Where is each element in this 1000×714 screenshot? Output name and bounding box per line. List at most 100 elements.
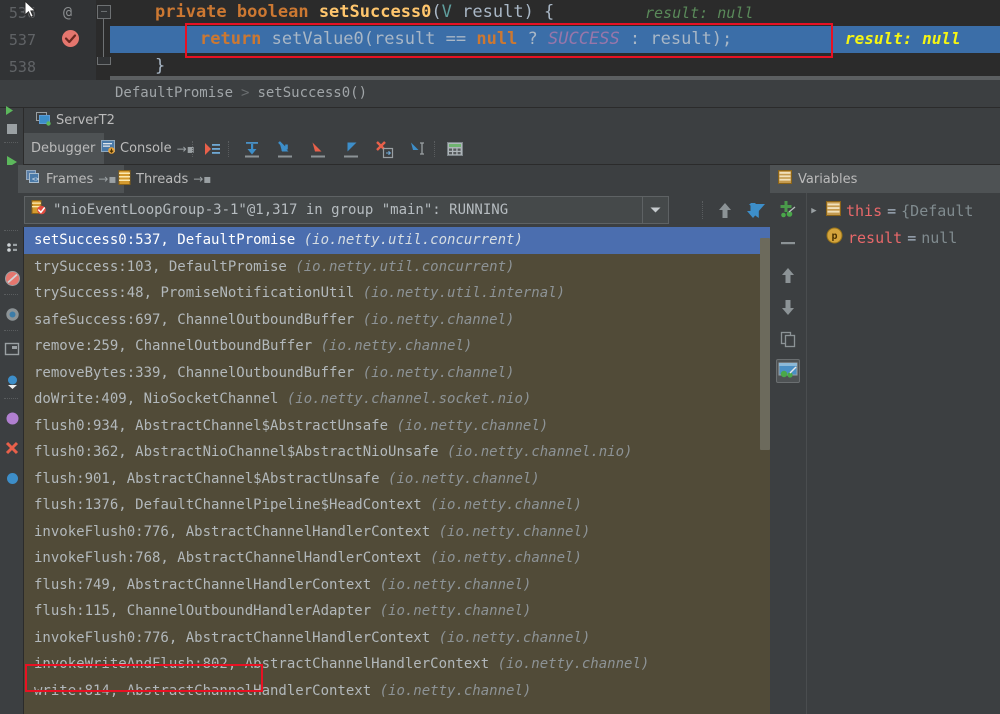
frame-method: trySuccess:103, xyxy=(34,259,169,275)
code-line-538: } xyxy=(155,56,165,76)
frame-row[interactable]: setSuccess0:537, DefaultPromise (io.nett… xyxy=(24,227,770,254)
frame-class: ChannelOutboundBuffer xyxy=(177,312,362,328)
force-step-into-icon[interactable] xyxy=(306,137,330,161)
move-down-icon[interactable] xyxy=(776,295,800,319)
frame-row[interactable]: invokeWriteAndFlush:802, AbstractChannel… xyxy=(24,651,770,678)
pin-icon[interactable]: →▪ xyxy=(193,172,211,186)
mute-breakpoints-icon[interactable] xyxy=(2,268,22,288)
tab-frames[interactable]: <> Frames →▪ xyxy=(18,165,124,193)
param-result: result xyxy=(452,2,524,22)
frames-scrollbar-thumb[interactable] xyxy=(760,238,770,450)
move-up-icon[interactable] xyxy=(712,198,738,222)
frame-method: doWrite:409, xyxy=(34,391,144,407)
frame-method: flush0:362, xyxy=(34,444,135,460)
tab-debugger-label: Debugger xyxy=(31,141,95,156)
close-icon[interactable] xyxy=(2,438,22,458)
frame-package: (io.netty.channel) xyxy=(439,630,591,646)
layout-icon[interactable] xyxy=(2,339,22,359)
run-configuration-tab[interactable]: ServerT2 xyxy=(36,110,115,131)
keyword-boolean: boolean xyxy=(237,2,309,22)
frames-list[interactable]: setSuccess0:537, DefaultPromise (io.nett… xyxy=(24,227,770,714)
tab-threads-label: Threads xyxy=(136,172,188,187)
thread-suspended-icon xyxy=(31,200,47,220)
variables-tree[interactable]: ▶ this = {Default p result = xyxy=(807,193,1000,714)
settings-icon[interactable] xyxy=(2,304,22,324)
method-name-setsuccess0: setSuccess0 xyxy=(319,2,432,22)
frame-row[interactable]: doWrite:409, NioSocketChannel (io.netty.… xyxy=(24,386,770,413)
annotation-at-icon[interactable]: @ xyxy=(63,3,72,21)
ternary-tail: : result); xyxy=(620,29,733,49)
frame-row[interactable]: write:814, AbstractChannelHandlerContext… xyxy=(24,678,770,705)
fold-collapse-end-icon[interactable] xyxy=(97,57,111,65)
frame-method: removeBytes:339, xyxy=(34,365,177,381)
frame-row[interactable]: flush0:934, AbstractChannel$AbstractUnsa… xyxy=(24,413,770,440)
frame-row[interactable]: invokeFlush0:776, AbstractChannelHandler… xyxy=(24,519,770,546)
toggle-watches-icon[interactable] xyxy=(776,359,800,383)
chevron-right-icon[interactable]: ▶ xyxy=(807,206,821,216)
help-icon[interactable] xyxy=(2,468,22,488)
frames-icon: <> xyxy=(26,170,41,188)
frame-row[interactable]: flush:1376, DefaultChannelPipeline$HeadC… xyxy=(24,492,770,519)
threads-view-icon[interactable] xyxy=(2,371,22,391)
chevron-down-icon[interactable] xyxy=(642,197,668,223)
frame-method: safeSuccess:697, xyxy=(34,312,177,328)
frame-row[interactable]: invokeFlush:768, AbstractChannelHandlerC… xyxy=(24,545,770,572)
run-config-label: ServerT2 xyxy=(56,113,115,128)
step-out-icon[interactable] xyxy=(339,137,363,161)
variable-row-this[interactable]: ▶ this = {Default xyxy=(807,197,1000,224)
memory-icon[interactable] xyxy=(2,408,22,428)
frame-method: trySuccess:48, xyxy=(34,285,160,301)
tab-console[interactable]: Console →▪ xyxy=(92,133,204,164)
breakpoint-verified-icon[interactable] xyxy=(61,29,80,52)
variables-panel[interactable]: ▶ this = {Default p result = xyxy=(770,193,1000,714)
frame-package: (io.netty.channel) xyxy=(430,550,582,566)
paren-close-brace: ) { xyxy=(524,2,555,22)
step-into-icon[interactable] xyxy=(273,137,297,161)
thread-selector-value: "nioEventLoopGroup-3-1"@1,317 in group "… xyxy=(53,202,508,218)
copy-icon[interactable] xyxy=(776,327,800,351)
debugger-toolbar[interactable]: Debugger Console →▪ xyxy=(0,133,1000,165)
breadcrumb[interactable]: DefaultPromise>setSuccess0() xyxy=(0,80,1000,108)
frame-row[interactable]: flush0:362, AbstractNioChannel$AbstractN… xyxy=(24,439,770,466)
variable-row-result[interactable]: p result = null xyxy=(807,224,1000,251)
line-number: 536 xyxy=(0,4,36,22)
remove-watch-icon[interactable] xyxy=(776,231,800,255)
frame-row[interactable]: remove:259, ChannelOutboundBuffer (io.ne… xyxy=(24,333,770,360)
frame-row[interactable]: trySuccess:103, DefaultPromise (io.netty… xyxy=(24,254,770,281)
tab-threads[interactable]: Threads →▪ xyxy=(110,165,219,193)
evaluate-expression-icon[interactable] xyxy=(443,137,467,161)
paren-open: ( xyxy=(431,2,441,22)
frame-class: AbstractChannelHandlerContext xyxy=(245,656,498,672)
step-over-icon[interactable] xyxy=(240,137,264,161)
show-execution-point-icon[interactable] xyxy=(200,137,224,161)
move-up-icon[interactable] xyxy=(776,263,800,287)
frame-class: AbstractChannelHandlerContext xyxy=(127,683,380,699)
frame-row[interactable]: flush:901, AbstractChannel$AbstractUnsaf… xyxy=(24,466,770,493)
frame-row[interactable]: flush:749, AbstractChannelHandlerContext… xyxy=(24,572,770,599)
frames-threads-tabbar[interactable]: <> Frames →▪ Threads →▪ xyxy=(0,165,770,193)
run-to-cursor-icon[interactable] xyxy=(405,137,429,161)
variables-panel-header[interactable]: Variables xyxy=(770,165,1000,193)
frame-method: remove:259, xyxy=(34,338,135,354)
thread-selector-row[interactable]: "nioEventLoopGroup-3-1"@1,317 in group "… xyxy=(0,193,770,227)
thread-selector-combo[interactable]: "nioEventLoopGroup-3-1"@1,317 in group "… xyxy=(24,196,669,224)
closing-brace: } xyxy=(155,56,165,76)
add-watch-icon[interactable] xyxy=(776,197,800,221)
drop-frame-icon[interactable] xyxy=(372,137,396,161)
fold-collapse-icon[interactable]: – xyxy=(97,5,111,19)
code-editor[interactable]: 536 537 538 @ – private boolean setSucce… xyxy=(0,0,1000,80)
frame-row[interactable]: flush:115, ChannelOutboundHandlerAdapter… xyxy=(24,598,770,625)
breadcrumb-method[interactable]: setSuccess0() xyxy=(257,85,367,101)
breadcrumb-class[interactable]: DefaultPromise xyxy=(115,85,233,101)
frame-row[interactable]: trySuccess:48, PromiseNotificationUtil (… xyxy=(24,280,770,307)
view-breakpoints-icon[interactable] xyxy=(2,239,22,259)
frame-class: NioSocketChannel xyxy=(144,391,287,407)
filter-icon[interactable] xyxy=(744,198,770,222)
frame-row[interactable]: safeSuccess:697, ChannelOutboundBuffer (… xyxy=(24,307,770,334)
variables-rail[interactable] xyxy=(770,193,807,714)
frame-row[interactable]: removeBytes:339, ChannelOutboundBuffer (… xyxy=(24,360,770,387)
parameter-icon: p xyxy=(826,227,843,248)
frame-package: (io.netty.channel.socket.nio) xyxy=(287,391,531,407)
stop-icon[interactable] xyxy=(2,119,22,139)
frame-row[interactable]: invokeFlush0:776, AbstractChannelHandler… xyxy=(24,625,770,652)
